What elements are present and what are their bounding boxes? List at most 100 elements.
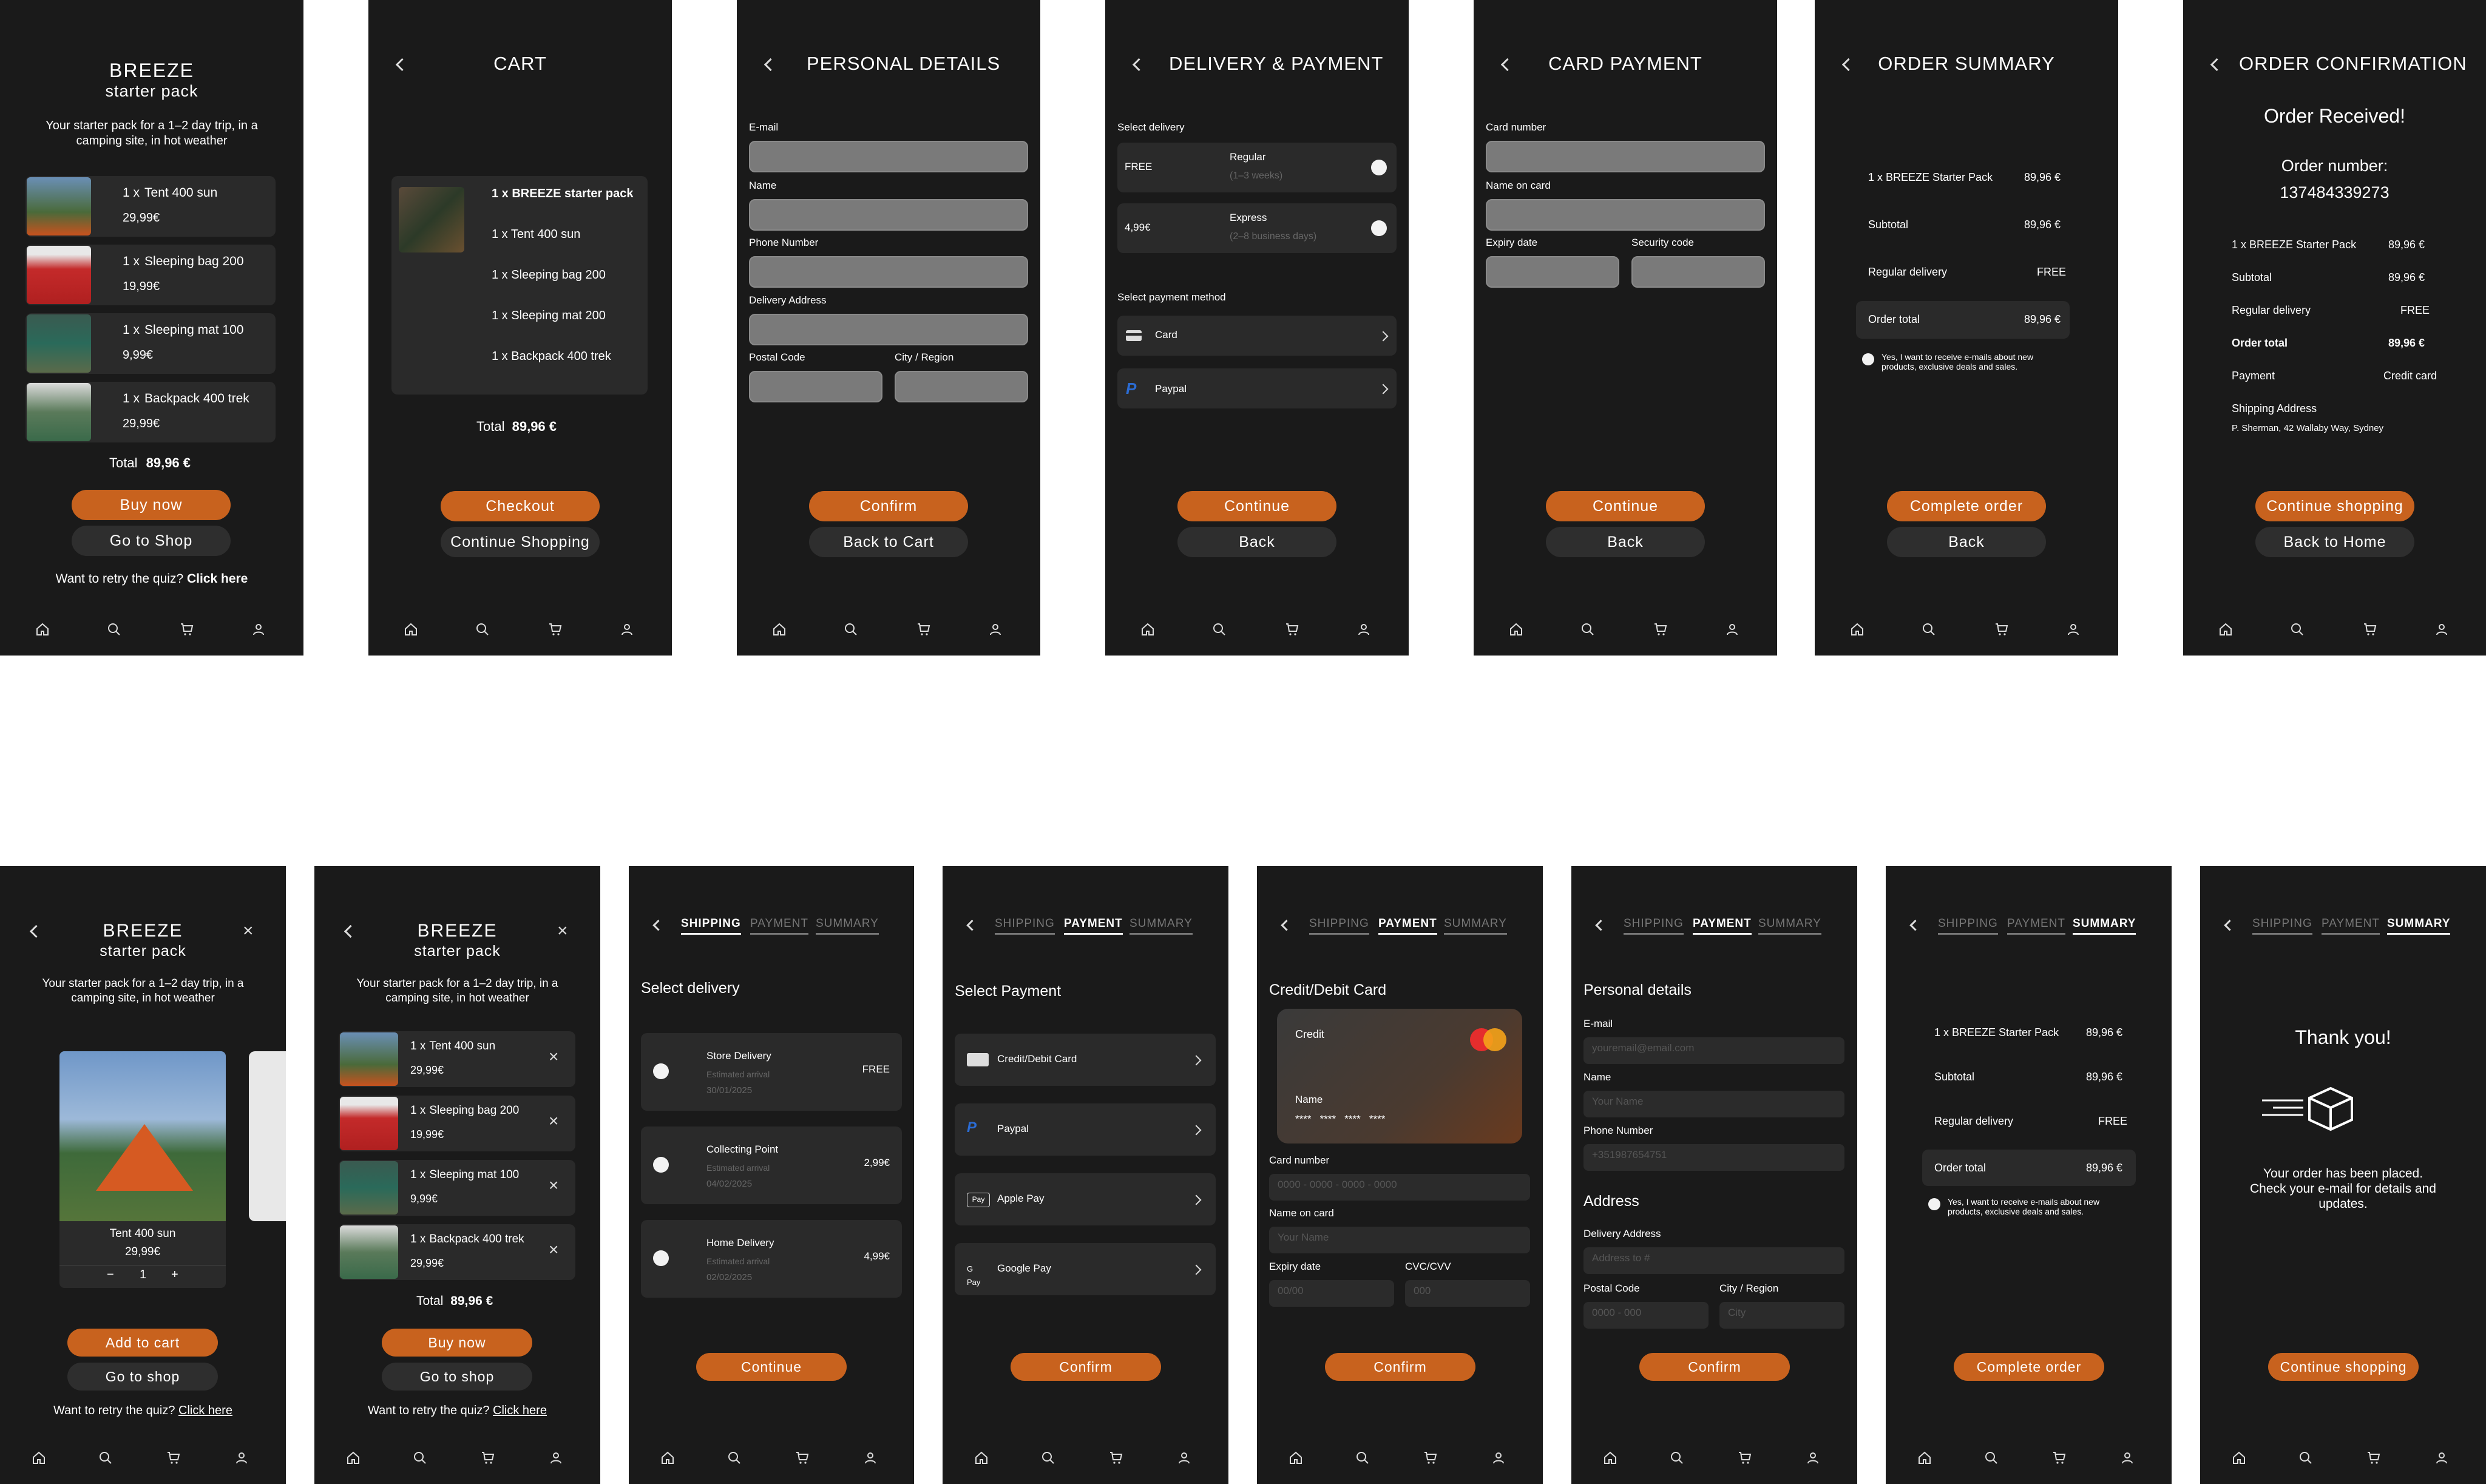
payment-option-paypal[interactable]: P Paypal xyxy=(1117,368,1397,408)
home-icon[interactable] xyxy=(1509,622,1525,640)
name-on-card-field[interactable]: Your Name xyxy=(1269,1227,1530,1253)
tab-payment[interactable]: PAYMENT xyxy=(1378,917,1437,935)
retry-link[interactable]: Click here xyxy=(187,572,248,586)
cart-icon[interactable] xyxy=(795,1451,811,1469)
search-icon[interactable] xyxy=(2290,622,2306,640)
delivery-radio[interactable] xyxy=(653,1157,669,1173)
cart-icon[interactable] xyxy=(2052,1451,2068,1469)
search-icon[interactable] xyxy=(1984,1451,2000,1469)
name-field[interactable]: Your Name xyxy=(1583,1091,1844,1117)
payment-option[interactable]: Credit/Debit Card xyxy=(955,1034,1216,1086)
tab-summary[interactable]: SUMMARY xyxy=(816,917,879,935)
tab-payment[interactable]: PAYMENT xyxy=(2322,917,2380,935)
buy-now-button[interactable]: Buy now xyxy=(72,490,231,520)
back-icon[interactable] xyxy=(1281,920,1292,931)
profile-icon[interactable] xyxy=(1177,1451,1193,1469)
phone-field[interactable]: +351987654751 xyxy=(1583,1144,1844,1171)
security-code-field[interactable] xyxy=(1631,256,1765,288)
retry-link[interactable]: Click here xyxy=(178,1404,232,1417)
back-icon[interactable] xyxy=(652,920,664,931)
cart-icon[interactable] xyxy=(1738,1451,1753,1469)
pack-item[interactable]: 1 x Sleeping bag 200 19,99€ × xyxy=(339,1096,575,1151)
delivery-option[interactable]: Store Delivery Estimated arrival 30/01/202… xyxy=(641,1033,902,1111)
remove-icon[interactable]: × xyxy=(549,1111,558,1131)
tab-payment[interactable]: PAYMENT xyxy=(2007,917,2066,935)
back-to-cart-button[interactable]: Back to Cart xyxy=(809,527,968,557)
remove-icon[interactable]: × xyxy=(549,1176,558,1195)
cvc-field[interactable]: 000 xyxy=(1405,1280,1530,1307)
home-icon[interactable] xyxy=(35,622,51,640)
cart-icon[interactable] xyxy=(481,1451,496,1469)
address-field[interactable] xyxy=(749,314,1028,345)
postal-code-field[interactable] xyxy=(749,371,882,402)
home-icon[interactable] xyxy=(1603,1451,1619,1469)
delivery-option-regular[interactable]: FREE Regular (1–3 weeks) xyxy=(1117,143,1397,192)
home-icon[interactable] xyxy=(2232,1451,2247,1469)
tab-shipping[interactable]: SHIPPING xyxy=(2252,917,2312,935)
profile-icon[interactable] xyxy=(1356,622,1372,640)
tab-summary[interactable]: SUMMARY xyxy=(1758,917,1821,935)
expiry-field[interactable]: 00/00 xyxy=(1269,1280,1394,1307)
complete-order-button[interactable]: Complete order xyxy=(1954,1353,2104,1381)
pack-item[interactable]: 1 x Sleeping mat 100 9,99€ xyxy=(25,313,276,374)
pack-item[interactable]: 1 x Backpack 400 trek 29,99€ xyxy=(25,382,276,442)
home-icon[interactable] xyxy=(404,622,419,640)
go-to-shop-button[interactable]: Go to shop xyxy=(67,1363,218,1391)
continue-button[interactable]: Continue xyxy=(696,1353,847,1381)
profile-icon[interactable] xyxy=(2120,1451,2136,1469)
confirm-button[interactable]: Confirm xyxy=(809,491,968,521)
cart-icon[interactable] xyxy=(166,1451,182,1469)
payment-option[interactable]: G Pay Google Pay xyxy=(955,1243,1216,1295)
name-field[interactable] xyxy=(749,199,1028,231)
tab-summary[interactable]: SUMMARY xyxy=(1130,917,1193,935)
back-icon[interactable] xyxy=(2210,58,2224,72)
search-icon[interactable] xyxy=(107,622,123,640)
search-icon[interactable] xyxy=(2298,1451,2314,1469)
remove-icon[interactable]: × xyxy=(549,1240,558,1259)
profile-icon[interactable] xyxy=(2434,1451,2450,1469)
back-button[interactable]: Back xyxy=(1177,527,1336,557)
home-icon[interactable] xyxy=(772,622,788,640)
home-icon[interactable] xyxy=(660,1451,676,1469)
continue-shopping-button[interactable]: Continue Shopping xyxy=(441,527,600,557)
search-icon[interactable] xyxy=(475,622,491,640)
search-icon[interactable] xyxy=(727,1451,743,1469)
payment-option[interactable]: P Paypal xyxy=(955,1103,1216,1156)
back-icon[interactable] xyxy=(2224,920,2235,931)
delivery-option-express[interactable]: 4,99€ Express (2–8 business days) xyxy=(1117,203,1397,253)
tab-shipping[interactable]: SHIPPING xyxy=(681,917,741,935)
delivery-address-field[interactable]: Address to # xyxy=(1583,1247,1844,1274)
product-card[interactable]: Tent 400 sun 29,99€ − 1 + xyxy=(59,1051,226,1288)
retry-link[interactable]: Click here xyxy=(493,1404,547,1417)
profile-icon[interactable] xyxy=(234,1451,250,1469)
cart-icon[interactable] xyxy=(1423,1451,1439,1469)
back-icon[interactable] xyxy=(1132,58,1146,72)
home-icon[interactable] xyxy=(1850,622,1866,640)
expiry-field[interactable] xyxy=(1486,256,1619,288)
back-icon[interactable] xyxy=(966,920,978,931)
back-button[interactable]: Back xyxy=(1887,527,2046,557)
cart-icon[interactable] xyxy=(1109,1451,1125,1469)
continue-shopping-button[interactable]: Continue shopping xyxy=(2268,1353,2419,1381)
tab-payment[interactable]: PAYMENT xyxy=(1064,917,1123,935)
buy-now-button[interactable]: Buy now xyxy=(382,1329,532,1357)
cart-icon[interactable] xyxy=(1653,622,1669,640)
name-on-card-field[interactable] xyxy=(1486,199,1765,231)
cart-icon[interactable] xyxy=(1285,622,1301,640)
search-icon[interactable] xyxy=(98,1451,114,1469)
tab-shipping[interactable]: SHIPPING xyxy=(995,917,1055,935)
back-button[interactable]: Back xyxy=(1546,527,1705,557)
search-icon[interactable] xyxy=(1041,1451,1057,1469)
newsletter-radio[interactable] xyxy=(1862,353,1874,365)
back-icon[interactable] xyxy=(764,58,777,72)
tab-payment[interactable]: PAYMENT xyxy=(1693,917,1752,935)
pack-item[interactable]: 1 x Tent 400 sun 29,99€ xyxy=(25,176,276,237)
delivery-radio[interactable] xyxy=(653,1250,669,1266)
home-icon[interactable] xyxy=(1289,1451,1304,1469)
profile-icon[interactable] xyxy=(1806,1451,1821,1469)
payment-option[interactable]: Pay Apple Pay xyxy=(955,1173,1216,1225)
complete-order-button[interactable]: Complete order xyxy=(1887,491,2046,521)
phone-field[interactable] xyxy=(749,256,1028,288)
cart-icon[interactable] xyxy=(180,622,195,640)
search-icon[interactable] xyxy=(1580,622,1596,640)
